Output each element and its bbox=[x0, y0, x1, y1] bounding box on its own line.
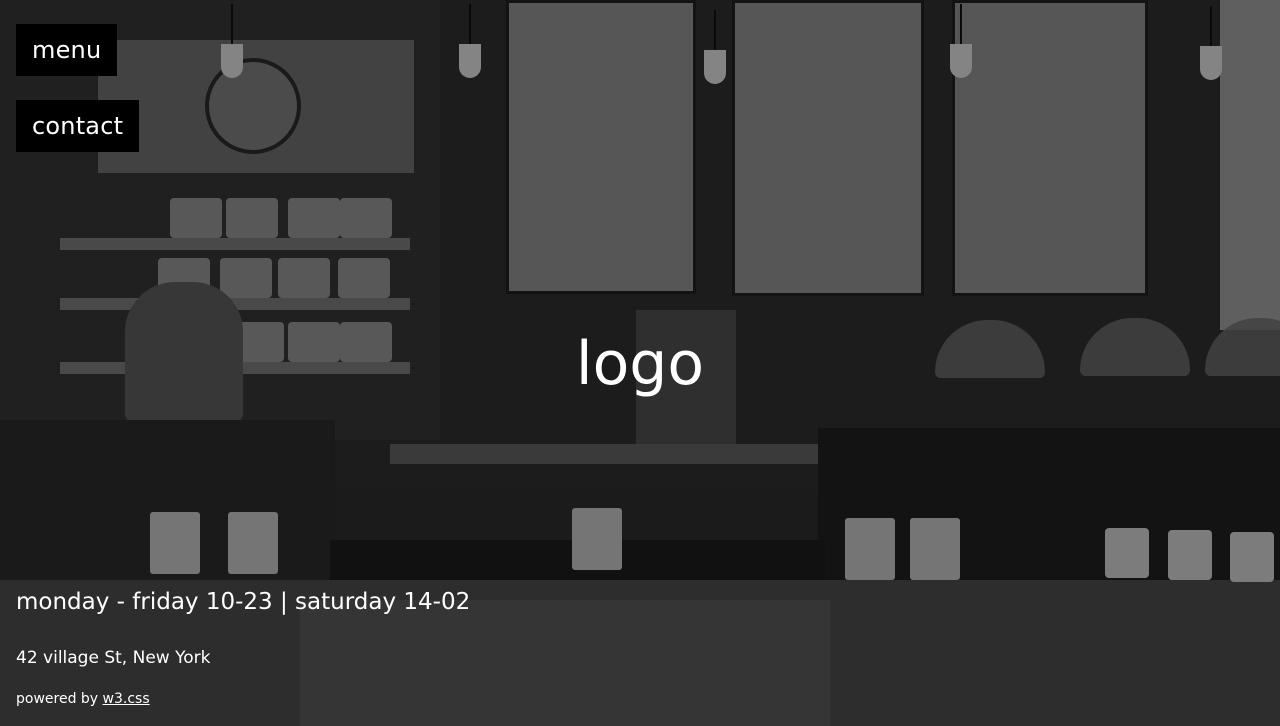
hero-section: menu contact logo monday - friday 10-23 … bbox=[0, 0, 1280, 726]
powered-by-label: powered by bbox=[16, 691, 103, 707]
w3css-link[interactable]: w3.css bbox=[103, 691, 150, 707]
address: 42 village St, New York bbox=[16, 648, 211, 668]
logo: logo bbox=[575, 329, 705, 399]
contact-button[interactable]: contact bbox=[16, 100, 140, 152]
opening-hours: monday - friday 10-23 | saturday 14-02 bbox=[16, 589, 471, 615]
powered-by: powered by w3.css bbox=[16, 689, 150, 709]
menu-button[interactable]: menu bbox=[16, 24, 118, 76]
